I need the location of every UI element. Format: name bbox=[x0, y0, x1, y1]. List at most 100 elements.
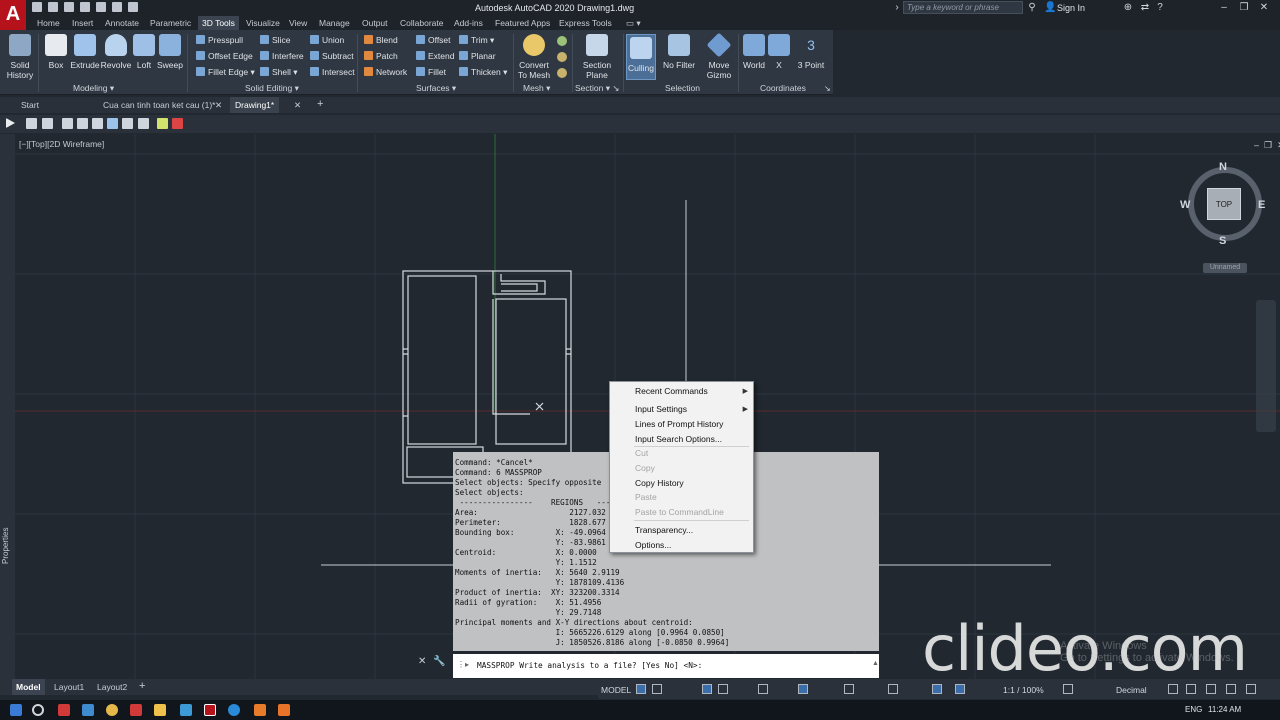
application-menu-button[interactable]: A bbox=[0, 0, 26, 30]
annotation-icon[interactable] bbox=[932, 684, 942, 694]
arrow-icon[interactable]: › bbox=[891, 2, 903, 14]
viewport-window-controls[interactable]: – ❐ ✕ bbox=[1254, 140, 1280, 151]
presspull-button[interactable]: Presspull bbox=[196, 35, 243, 46]
help-icon[interactable]: ? bbox=[1154, 2, 1166, 14]
osnap-icon[interactable] bbox=[798, 684, 808, 694]
grid-icon[interactable] bbox=[636, 684, 646, 694]
quick-properties-icon[interactable] bbox=[1168, 684, 1178, 694]
compass-north[interactable]: N bbox=[1219, 161, 1227, 173]
app-icon[interactable] bbox=[58, 704, 70, 716]
coordinates-panel-title[interactable]: Coordinates bbox=[760, 83, 806, 93]
patch-button[interactable]: Patch bbox=[364, 51, 398, 62]
compass-east[interactable]: E bbox=[1258, 199, 1265, 211]
tab-insert[interactable]: Insert bbox=[72, 18, 93, 28]
tool-icon[interactable] bbox=[26, 118, 37, 129]
extrude-button[interactable]: Extrude bbox=[70, 34, 100, 70]
surfaces-panel-title[interactable]: Surfaces ▾ bbox=[416, 83, 456, 94]
planar-button[interactable]: Planar bbox=[459, 51, 496, 62]
clean-screen-icon[interactable] bbox=[1226, 684, 1236, 694]
app-icon[interactable] bbox=[254, 704, 266, 716]
cart-icon[interactable]: ⊕ bbox=[1122, 2, 1134, 14]
tab-express-tools[interactable]: Express Tools bbox=[559, 18, 612, 28]
polar-icon[interactable] bbox=[718, 684, 728, 694]
offset-button[interactable]: Offset bbox=[416, 35, 451, 46]
app-icon[interactable] bbox=[228, 704, 240, 716]
tool-icon[interactable] bbox=[157, 118, 168, 129]
tab-annotate[interactable]: Annotate bbox=[105, 18, 139, 28]
open-icon[interactable] bbox=[48, 2, 58, 12]
app-icon[interactable] bbox=[130, 704, 142, 716]
new-layout-icon[interactable]: + bbox=[139, 680, 145, 692]
tab-close-icon[interactable]: ✕ bbox=[294, 100, 301, 111]
new-icon[interactable] bbox=[32, 2, 42, 12]
properties-palette-bar[interactable]: Properties bbox=[0, 134, 15, 679]
app-icon[interactable] bbox=[278, 704, 290, 716]
user-icon[interactable]: 👤 bbox=[1044, 2, 1056, 14]
box-button[interactable]: Box bbox=[43, 34, 69, 70]
units-select[interactable]: Decimal bbox=[1116, 685, 1147, 695]
isodraft-icon[interactable] bbox=[758, 684, 768, 694]
thicken-button[interactable]: Thicken ▾ bbox=[459, 67, 507, 78]
save-as-icon[interactable] bbox=[80, 2, 90, 12]
mesh-primitive-icon[interactable] bbox=[557, 52, 567, 62]
network-button[interactable]: Network bbox=[364, 67, 407, 78]
redo-icon[interactable] bbox=[128, 2, 138, 12]
refine-mesh-icon[interactable] bbox=[557, 68, 567, 78]
hardware-acceleration-icon[interactable] bbox=[1206, 684, 1216, 694]
tab-model[interactable]: Model bbox=[12, 679, 45, 695]
tool-icon[interactable] bbox=[138, 118, 149, 129]
culling-button[interactable]: Culling bbox=[626, 34, 656, 80]
close-icon[interactable]: ✕ bbox=[418, 656, 426, 667]
tab-output[interactable]: Output bbox=[362, 18, 388, 28]
new-tab-icon[interactable]: + bbox=[317, 98, 323, 110]
annotation-scale-value[interactable]: 1:1 / 100% bbox=[1003, 685, 1044, 695]
workspace-gear-icon[interactable] bbox=[1063, 684, 1073, 694]
world-ucs-button[interactable]: World bbox=[741, 34, 767, 70]
command-history-toggle-icon[interactable]: ▲ bbox=[872, 660, 879, 667]
navigation-bar[interactable] bbox=[1256, 300, 1276, 432]
tab-featured-apps[interactable]: Featured Apps bbox=[495, 18, 550, 28]
ortho-icon[interactable] bbox=[702, 684, 712, 694]
tab-layout1[interactable]: Layout1 bbox=[54, 682, 84, 692]
start-icon[interactable] bbox=[10, 704, 22, 716]
tab-cua-can[interactable]: Cua can tinh toan ket cau (1)* bbox=[103, 100, 215, 110]
section-panel-title[interactable]: Section ▾ ↘ bbox=[575, 83, 619, 94]
shell-button[interactable]: Shell ▾ bbox=[260, 67, 298, 78]
undo-icon[interactable] bbox=[112, 2, 122, 12]
minimize-icon[interactable]: – bbox=[1218, 2, 1230, 14]
menu-transparency[interactable]: Transparency... bbox=[635, 525, 693, 535]
customization-icon[interactable] bbox=[1246, 684, 1256, 694]
search-icon[interactable] bbox=[32, 704, 44, 716]
close-icon[interactable]: ✕ bbox=[1258, 2, 1270, 14]
tab-parametric[interactable]: Parametric bbox=[150, 18, 191, 28]
chrome-icon[interactable] bbox=[106, 704, 118, 716]
selection-cycling-icon[interactable] bbox=[888, 684, 898, 694]
menu-options[interactable]: Options... bbox=[635, 540, 671, 550]
three-point-ucs-button[interactable]: 3 3 Point bbox=[794, 34, 828, 70]
menu-input-settings[interactable]: Input Settings bbox=[635, 404, 687, 414]
clock[interactable]: 11:24 AM bbox=[1208, 705, 1241, 714]
tab-layout2[interactable]: Layout2 bbox=[97, 682, 127, 692]
loft-button[interactable]: Loft bbox=[132, 34, 156, 70]
save-icon[interactable] bbox=[64, 2, 74, 12]
ribbon-toggle-icon[interactable]: ▭ ▾ bbox=[626, 18, 641, 29]
snap-icon[interactable] bbox=[652, 684, 662, 694]
customize-icon[interactable]: 🔧 bbox=[433, 656, 445, 667]
tool-icon[interactable] bbox=[92, 118, 103, 129]
annotation-scale-icon[interactable] bbox=[955, 684, 965, 694]
convert-to-mesh-button[interactable]: Convert To Mesh bbox=[516, 34, 552, 80]
no-filter-button[interactable]: No Filter bbox=[660, 34, 698, 70]
tool-icon[interactable] bbox=[107, 118, 118, 129]
ucs-menu[interactable]: Unnamed bbox=[1203, 263, 1247, 273]
trim-button[interactable]: Trim ▾ bbox=[459, 35, 494, 46]
binoculars-icon[interactable]: ⚲ bbox=[1026, 2, 1038, 14]
play-icon[interactable] bbox=[6, 118, 15, 128]
viewport-controls-label[interactable]: [−][Top][2D Wireframe] bbox=[19, 139, 104, 149]
smooth-mesh-icon[interactable] bbox=[557, 36, 567, 46]
solid-history-button[interactable]: Solid History bbox=[4, 34, 36, 80]
command-line-controls[interactable]: ✕ 🔧 bbox=[418, 656, 453, 674]
app-icon[interactable] bbox=[180, 704, 192, 716]
tool-icon[interactable] bbox=[62, 118, 73, 129]
subtract-button[interactable]: Subtract bbox=[310, 51, 354, 62]
mesh-panel-title[interactable]: Mesh ▾ bbox=[523, 83, 550, 94]
